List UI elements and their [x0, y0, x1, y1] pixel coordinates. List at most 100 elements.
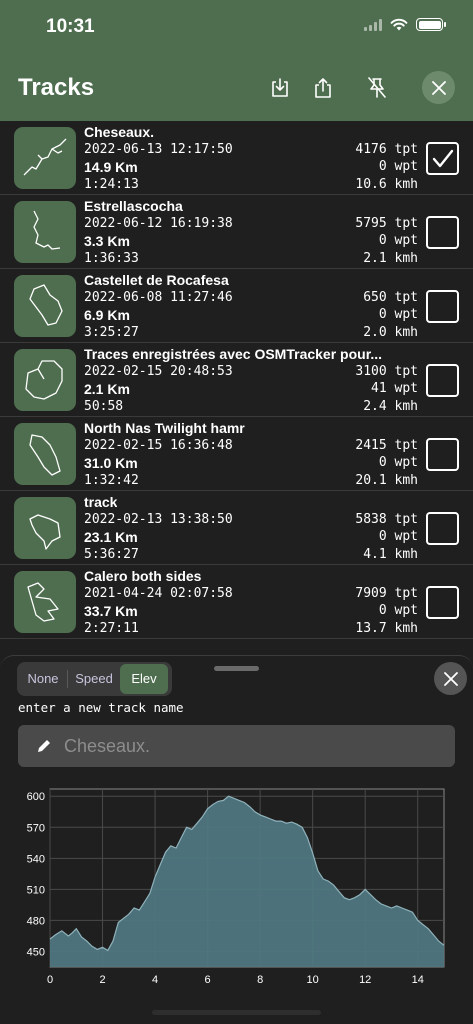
track-name: Cheseaux. — [84, 124, 155, 140]
track-name-input[interactable] — [64, 725, 444, 767]
track-name: Estrellascocha — [84, 198, 183, 214]
track-name: North Nas Twilight hamr — [84, 420, 245, 436]
track-duration: 2:27:11 — [84, 621, 139, 636]
share-button[interactable] — [309, 74, 337, 102]
page-title: Tracks — [18, 74, 95, 101]
y-tick-label: 510 — [27, 884, 45, 896]
track-name: track — [84, 494, 118, 510]
track-duration: 1:24:13 — [84, 177, 139, 192]
track-name: Castellet de Rocafesa — [84, 272, 229, 288]
x-tick-label: 14 — [412, 974, 424, 986]
track-shape-icon — [29, 434, 61, 476]
track-select-checkbox[interactable] — [426, 438, 459, 471]
segment-none[interactable]: None — [19, 664, 67, 694]
pencil-icon — [38, 740, 50, 752]
track-date: 2022-06-08 11:27:46 — [84, 290, 233, 305]
track-thumbnail — [14, 201, 76, 263]
track-name: Calero both sides — [84, 568, 202, 584]
x-tick-label: 4 — [152, 974, 158, 986]
wifi-icon — [390, 18, 408, 31]
track-distance: 2.1 Km — [84, 381, 130, 397]
track-distance: 23.1 Km — [84, 529, 138, 545]
track-point-count: 650 tpt — [363, 290, 418, 305]
track-thumbnail — [14, 497, 76, 559]
track-select-checkbox[interactable] — [426, 290, 459, 323]
track-point-count: 3100 tpt — [355, 364, 418, 379]
average-speed: 13.7 kmh — [355, 621, 418, 636]
track-shape-icon — [23, 138, 67, 176]
close-icon — [443, 671, 458, 686]
track-list[interactable]: Cheseaux. 2022-06-13 12:17:50 14.9 Km 1:… — [0, 121, 473, 655]
track-thumbnail — [14, 423, 76, 485]
waypoint-count: 0 wpt — [378, 455, 418, 470]
x-tick-label: 12 — [359, 974, 371, 986]
y-tick-label: 450 — [27, 946, 45, 958]
status-time: 10:31 — [46, 16, 95, 37]
waypoint-count: 41 wpt — [371, 381, 418, 396]
track-duration: 5:36:27 — [84, 547, 139, 562]
track-date: 2022-02-15 20:48:53 — [84, 364, 233, 379]
import-button[interactable] — [266, 74, 294, 102]
track-name-field[interactable] — [18, 725, 455, 767]
y-tick-label: 480 — [27, 915, 45, 927]
track-shape-icon — [27, 582, 59, 622]
track-detail-sheet: None Speed Elev enter a new track name 0… — [0, 655, 473, 1024]
track-row[interactable]: track 2022-02-13 13:38:50 23.1 Km 5:36:2… — [0, 491, 473, 565]
cellular-signal-icon — [364, 18, 382, 31]
track-duration: 1:32:42 — [84, 473, 139, 488]
track-row[interactable]: Cheseaux. 2022-06-13 12:17:50 14.9 Km 1:… — [0, 121, 473, 195]
track-select-checkbox[interactable] — [426, 512, 459, 545]
track-duration: 1:36:33 — [84, 251, 139, 266]
elevation-chart: 0 2 4 6 8 10 12 14 450 480 510 540 570 600 — [0, 781, 473, 1001]
track-select-checkbox[interactable] — [426, 364, 459, 397]
segment-elev[interactable]: Elev — [120, 664, 168, 694]
track-row[interactable]: Calero both sides 2021-04-24 02:07:58 33… — [0, 565, 473, 639]
average-speed: 4.1 kmh — [363, 547, 418, 562]
close-button[interactable] — [422, 71, 455, 104]
track-row[interactable]: North Nas Twilight hamr 2022-02-15 16:36… — [0, 417, 473, 491]
segment-speed[interactable]: Speed — [68, 664, 120, 694]
close-sheet-button[interactable] — [434, 662, 467, 695]
x-tick-label: 2 — [99, 974, 105, 986]
track-point-count: 5838 tpt — [355, 512, 418, 527]
sheet-grabber[interactable] — [214, 666, 259, 671]
track-thumbnail — [14, 571, 76, 633]
waypoint-count: 0 wpt — [378, 603, 418, 618]
track-row[interactable]: Castellet de Rocafesa 2022-06-08 11:27:4… — [0, 269, 473, 343]
share-icon — [315, 78, 331, 98]
average-speed: 2.1 kmh — [363, 251, 418, 266]
pin-slash-icon — [368, 77, 386, 98]
chart-mode-segmented-control[interactable]: None Speed Elev — [17, 662, 172, 696]
y-tick-label: 540 — [27, 853, 45, 865]
track-name: Traces enregistrées avec OSMTracker pour… — [84, 346, 383, 362]
track-select-checkbox[interactable] — [426, 142, 459, 175]
track-row[interactable]: Estrellascocha 2022-06-12 16:19:38 3.3 K… — [0, 195, 473, 269]
track-select-checkbox[interactable] — [426, 586, 459, 619]
track-shape-icon — [29, 514, 61, 550]
x-tick-label: 0 — [47, 974, 53, 986]
rename-prompt: enter a new track name — [18, 700, 184, 715]
x-tick-label: 6 — [205, 974, 211, 986]
y-tick-label: 570 — [27, 822, 45, 834]
track-distance: 6.9 Km — [84, 307, 130, 323]
track-date: 2022-02-13 13:38:50 — [84, 512, 233, 527]
track-duration: 3:25:27 — [84, 325, 139, 340]
track-point-count: 7909 tpt — [355, 586, 418, 601]
download-icon — [272, 78, 288, 97]
nav-header: 10:31 Tracks — [0, 0, 473, 121]
average-speed: 20.1 kmh — [355, 473, 418, 488]
track-date: 2022-06-13 12:17:50 — [84, 142, 233, 157]
unpin-button[interactable] — [363, 74, 391, 102]
track-distance: 31.0 Km — [84, 455, 138, 471]
track-date: 2022-02-15 16:36:48 — [84, 438, 233, 453]
elevation-chart-svg: 0 2 4 6 8 10 12 14 450 480 510 540 570 600 — [27, 788, 445, 986]
track-thumbnail — [14, 349, 76, 411]
track-row[interactable]: Traces enregistrées avec OSMTracker pour… — [0, 343, 473, 417]
track-select-checkbox[interactable] — [426, 216, 459, 249]
waypoint-count: 0 wpt — [378, 529, 418, 544]
battery-icon — [416, 18, 446, 31]
track-date: 2022-06-12 16:19:38 — [84, 216, 233, 231]
waypoint-count: 0 wpt — [378, 307, 418, 322]
waypoint-count: 0 wpt — [378, 233, 418, 248]
average-speed: 2.0 kmh — [363, 325, 418, 340]
